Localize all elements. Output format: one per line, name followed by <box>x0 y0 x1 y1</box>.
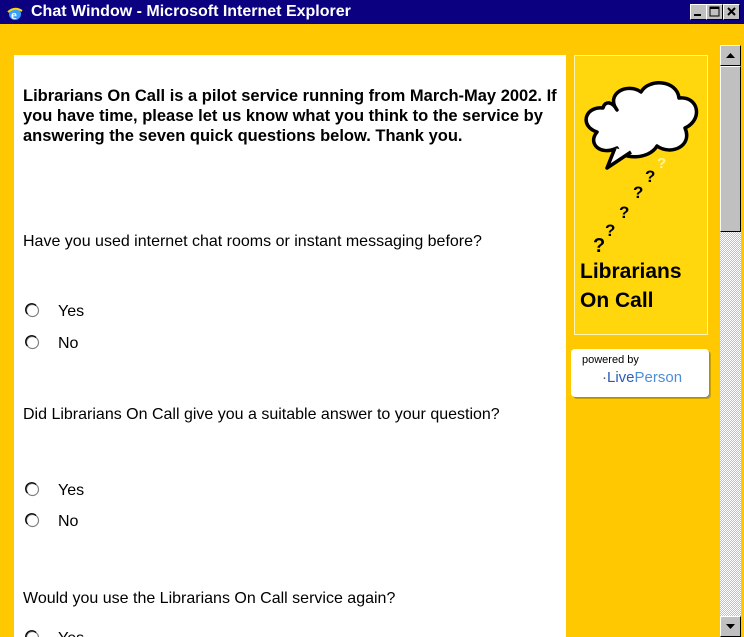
maximize-button[interactable] <box>706 4 723 20</box>
option-label: No <box>58 513 79 530</box>
liveperson-logo: ·LivePerson <box>602 369 683 386</box>
maximize-icon <box>709 6 720 17</box>
logo-line-2: On Call <box>580 289 654 312</box>
close-icon <box>727 7 736 16</box>
window-title: Chat Window - Microsoft Internet Explore… <box>31 3 351 20</box>
scroll-down-button[interactable] <box>720 616 741 637</box>
svg-text:?: ? <box>619 203 629 222</box>
minimize-button[interactable] <box>690 4 707 20</box>
option-label: No <box>58 335 79 352</box>
minimize-icon <box>694 14 701 16</box>
logo-line-1: Librarians <box>580 260 682 283</box>
survey-panel: Librarians On Call is a pilot service ru… <box>14 55 566 637</box>
liveperson-person: Person <box>634 369 683 386</box>
svg-text:?: ? <box>657 155 666 172</box>
speech-bubble-question-marks-icon: ? ? ? ? ? ? <box>584 81 699 257</box>
arrow-down-icon <box>726 624 735 629</box>
arrow-up-icon <box>726 53 735 58</box>
question-2: Did Librarians On Call give you a suitab… <box>23 406 500 423</box>
radio-button[interactable] <box>25 630 40 637</box>
option-label: Yes <box>58 303 85 320</box>
svg-text:?: ? <box>593 235 605 257</box>
svg-text:?: ? <box>605 221 615 240</box>
liveperson-ive: ive <box>615 369 635 386</box>
vertical-scrollbar[interactable] <box>720 45 741 637</box>
librarians-on-call-logo: ? ? ? ? ? ? Librarians On Call <box>574 55 708 335</box>
scroll-up-button[interactable] <box>720 45 741 66</box>
powered-by-label: powered by <box>582 354 639 366</box>
option-label: Yes <box>58 629 84 637</box>
option-label: Yes <box>58 482 85 499</box>
radio-button[interactable] <box>25 513 40 528</box>
ie-icon[interactable]: e <box>7 5 23 22</box>
logo-text: Librarians On Call <box>580 257 682 315</box>
powered-by-liveperson[interactable]: powered by ·LivePerson <box>571 349 709 397</box>
close-button[interactable] <box>723 4 740 20</box>
scroll-thumb[interactable] <box>720 66 741 232</box>
title-bar: e Chat Window - Microsoft Internet Explo… <box>0 0 744 24</box>
radio-button[interactable] <box>25 303 40 318</box>
question-3: Would you use the Librarians On Call ser… <box>23 590 396 607</box>
radio-button[interactable] <box>25 335 40 350</box>
question-1: Have you used internet chat rooms or ins… <box>23 233 482 250</box>
svg-text:?: ? <box>633 183 643 202</box>
intro-text: Librarians On Call is a pilot service ru… <box>23 87 557 145</box>
svg-text:?: ? <box>645 167 655 186</box>
radio-button[interactable] <box>25 482 40 497</box>
